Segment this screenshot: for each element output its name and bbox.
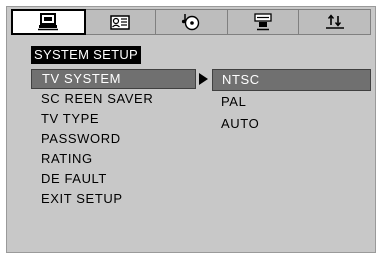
preferences-icon [324, 13, 346, 31]
option-pal[interactable]: PAL [212, 91, 371, 113]
menu-item-default[interactable]: DE FAULT [31, 169, 196, 189]
tab-system[interactable] [11, 9, 86, 35]
monitor-icon [37, 13, 59, 31]
tab-audio[interactable] [156, 10, 228, 34]
menu-tab-bar [11, 9, 371, 35]
tab-video[interactable] [228, 10, 300, 34]
option-ntsc[interactable]: NTSC [212, 69, 371, 91]
tab-preferences[interactable] [299, 10, 370, 34]
tab-speaker[interactable] [85, 10, 157, 34]
tv-system-submenu: NTSC PAL AUTO [212, 69, 371, 135]
menu-item-exit-setup[interactable]: EXIT SETUP [31, 189, 196, 209]
menu-item-rating[interactable]: RATING [31, 149, 196, 169]
video-settings-icon [252, 13, 274, 31]
audio-disc-icon [180, 13, 202, 31]
submenu-arrow-icon [199, 73, 208, 85]
speaker-settings-icon [109, 13, 131, 31]
menu-item-password[interactable]: PASSWORD [31, 129, 196, 149]
menu-item-tv-type[interactable]: TV TYPE [31, 109, 196, 129]
section-title: SYSTEM SETUP [31, 46, 142, 64]
menu-item-tv-system[interactable]: TV SYSTEM [31, 69, 196, 89]
setup-menu: TV SYSTEM SC REEN SAVER TV TYPE PASSWORD… [31, 69, 196, 209]
option-auto[interactable]: AUTO [212, 113, 371, 135]
menu-item-screen-saver[interactable]: SC REEN SAVER [31, 89, 196, 109]
